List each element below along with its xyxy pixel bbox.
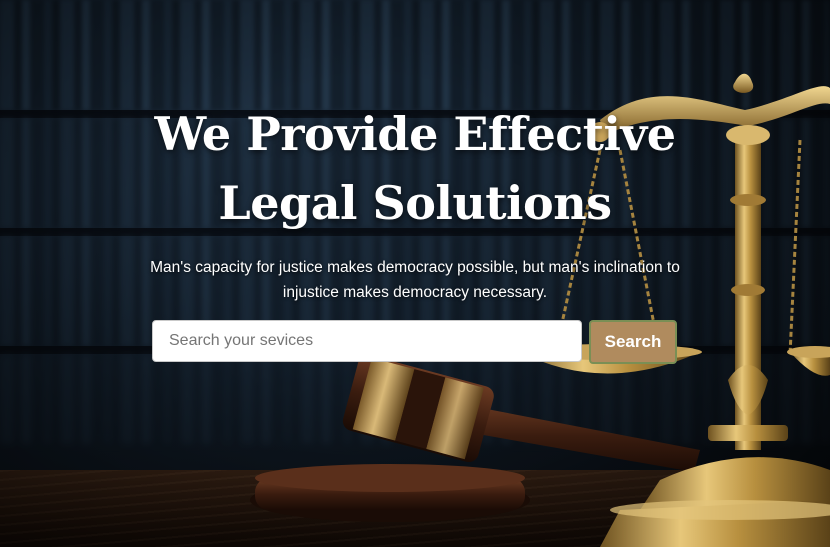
search-button[interactable]: Search: [589, 320, 677, 364]
hero-title-line-2: Legal Solutions: [218, 176, 612, 230]
hero-section: We Provide Effective Legal Solutions Man…: [0, 0, 830, 547]
hero-title: We Provide Effective Legal Solutions: [0, 100, 830, 238]
search-input[interactable]: [152, 320, 582, 362]
hero-title-line-1: We Provide Effective: [154, 107, 676, 161]
hero-subtitle: Man's capacity for justice makes democra…: [150, 259, 680, 301]
search-form: Search: [152, 320, 682, 364]
hero-content: We Provide Effective Legal Solutions Man…: [0, 0, 830, 547]
